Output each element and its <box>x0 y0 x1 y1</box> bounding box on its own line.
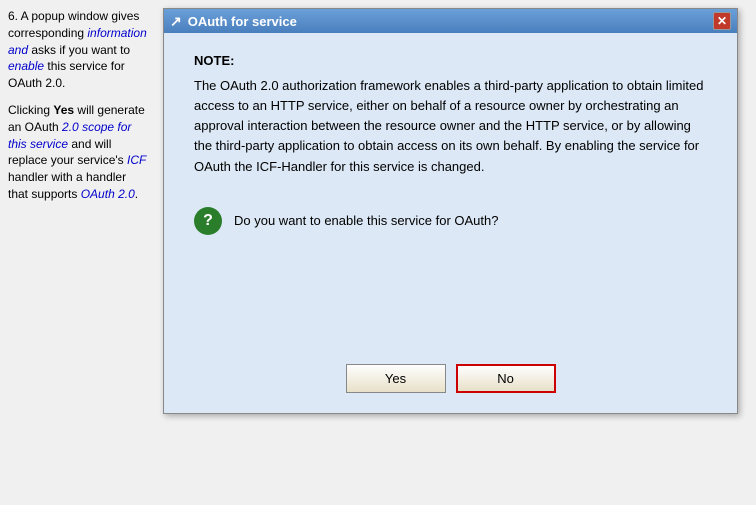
dialog-buttons: Yes No <box>194 354 707 398</box>
question-text: Do you want to enable this service for O… <box>234 213 498 228</box>
question-row: ? Do you want to enable this service for… <box>194 207 707 235</box>
yes-button[interactable]: Yes <box>346 364 446 393</box>
period: . <box>135 187 138 201</box>
no-button[interactable]: No <box>456 364 556 393</box>
clicking-text: Clicking <box>8 103 53 117</box>
oauth-highlight: OAuth 2.0 <box>81 187 135 201</box>
dialog-titlebar: ↗ OAuth for service ✕ <box>164 9 737 33</box>
yes-text: Yes <box>53 103 74 117</box>
question-icon: ? <box>194 207 222 235</box>
left-panel: 6. A popup window gives corresponding in… <box>0 0 155 505</box>
title-left: ↗ OAuth for service <box>170 13 297 30</box>
step-text2: asks if you want to <box>31 43 130 57</box>
oauth-dialog: ↗ OAuth for service ✕ NOTE: The OAuth 2.… <box>163 8 738 414</box>
dialog-body-text: The OAuth 2.0 authorization framework en… <box>194 76 707 177</box>
dialog-area: ↗ OAuth for service ✕ NOTE: The OAuth 2.… <box>155 0 756 505</box>
icf-highlight: ICF <box>127 153 146 167</box>
dialog-icon: ↗ <box>170 13 182 30</box>
dialog-title: OAuth for service <box>188 14 297 29</box>
dialog-body: NOTE: The OAuth 2.0 authorization framew… <box>164 33 737 413</box>
note-label: NOTE: <box>194 53 707 68</box>
enable-highlight: enable <box>8 59 44 73</box>
close-button[interactable]: ✕ <box>713 12 731 30</box>
